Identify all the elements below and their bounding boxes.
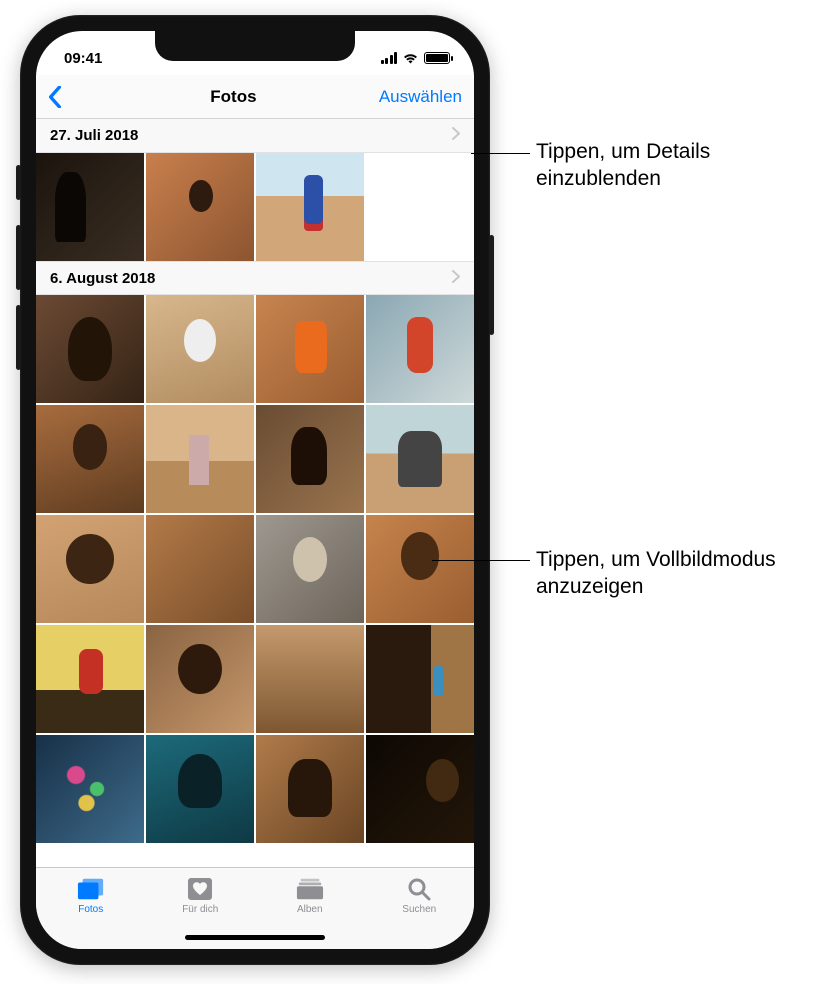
status-right xyxy=(381,52,451,64)
screen: 09:41 xyxy=(36,31,474,949)
callout-fullscreen: Tippen, um Vollbildmodus anzuzeigen xyxy=(536,546,816,601)
photos-tab-icon xyxy=(77,876,105,902)
tab-albums[interactable]: Alben xyxy=(275,876,345,915)
callout-leader-line xyxy=(471,153,530,154)
photo-thumbnail[interactable] xyxy=(146,153,254,261)
notch xyxy=(155,31,355,61)
photo-thumbnail[interactable] xyxy=(256,515,364,623)
photo-thumbnail[interactable] xyxy=(366,515,474,623)
photo-thumbnail[interactable] xyxy=(256,153,364,261)
chevron-right-icon xyxy=(452,270,460,287)
volume-down-button xyxy=(16,305,21,370)
content-area[interactable]: 27. Juli 2018 6. August 2018 xyxy=(36,119,474,867)
photo-thumbnail[interactable] xyxy=(256,405,364,513)
photo-thumbnail[interactable] xyxy=(36,735,144,843)
tab-for-you[interactable]: Für dich xyxy=(165,876,235,915)
cellular-signal-icon xyxy=(381,52,398,64)
photo-grid-0 xyxy=(36,153,474,261)
photo-thumbnail[interactable] xyxy=(36,153,144,261)
callout-details: Tippen, um Details einzublenden xyxy=(536,138,816,193)
tab-photos[interactable]: Fotos xyxy=(56,876,126,915)
chevron-left-icon xyxy=(48,86,62,108)
section-header-1[interactable]: 6. August 2018 xyxy=(36,261,474,295)
for-you-tab-icon xyxy=(186,876,214,902)
photo-grid-1 xyxy=(36,295,474,843)
photo-thumbnail[interactable] xyxy=(146,735,254,843)
nav-bar: Fotos Auswählen xyxy=(36,75,474,119)
chevron-right-icon xyxy=(452,127,460,144)
section-date-label: 27. Juli 2018 xyxy=(50,127,138,144)
wifi-icon xyxy=(402,52,419,64)
photo-thumbnail[interactable] xyxy=(146,625,254,733)
callout-text: Tippen, um Details einzublenden xyxy=(536,138,816,193)
tab-label: Alben xyxy=(297,904,323,915)
photo-thumbnail[interactable] xyxy=(256,735,364,843)
callout-leader-line xyxy=(432,560,530,561)
photo-thumbnail[interactable] xyxy=(366,405,474,513)
photo-thumbnail[interactable] xyxy=(146,515,254,623)
back-button[interactable] xyxy=(48,86,88,108)
nav-title: Fotos xyxy=(210,87,256,107)
photo-thumbnail[interactable] xyxy=(36,405,144,513)
tab-label: Für dich xyxy=(182,904,218,915)
tab-label: Fotos xyxy=(78,904,103,915)
photo-thumbnail[interactable] xyxy=(366,735,474,843)
photo-thumbnail[interactable] xyxy=(366,625,474,733)
photo-thumbnail[interactable] xyxy=(36,515,144,623)
tab-bar: Fotos Für dich xyxy=(36,867,474,949)
side-button xyxy=(489,235,494,335)
home-indicator[interactable] xyxy=(185,935,325,940)
status-time: 09:41 xyxy=(64,50,102,67)
callout-text: Tippen, um Vollbildmodus anzuzeigen xyxy=(536,546,816,601)
tab-label: Suchen xyxy=(402,904,436,915)
photo-thumbnail[interactable] xyxy=(146,295,254,403)
mute-switch xyxy=(16,165,21,200)
empty-cell xyxy=(366,153,474,261)
photo-thumbnail[interactable] xyxy=(146,405,254,513)
section-header-0[interactable]: 27. Juli 2018 xyxy=(36,119,474,153)
iphone-frame: 09:41 xyxy=(20,15,490,965)
tab-search[interactable]: Suchen xyxy=(384,876,454,915)
photo-thumbnail[interactable] xyxy=(256,295,364,403)
volume-up-button xyxy=(16,225,21,290)
search-tab-icon xyxy=(405,876,433,902)
photo-thumbnail[interactable] xyxy=(256,625,364,733)
photo-thumbnail[interactable] xyxy=(36,295,144,403)
battery-icon xyxy=(424,52,450,64)
albums-tab-icon xyxy=(296,876,324,902)
photo-thumbnail[interactable] xyxy=(366,295,474,403)
select-button[interactable]: Auswählen xyxy=(379,87,462,107)
photo-thumbnail[interactable] xyxy=(36,625,144,733)
section-date-label: 6. August 2018 xyxy=(50,270,155,287)
